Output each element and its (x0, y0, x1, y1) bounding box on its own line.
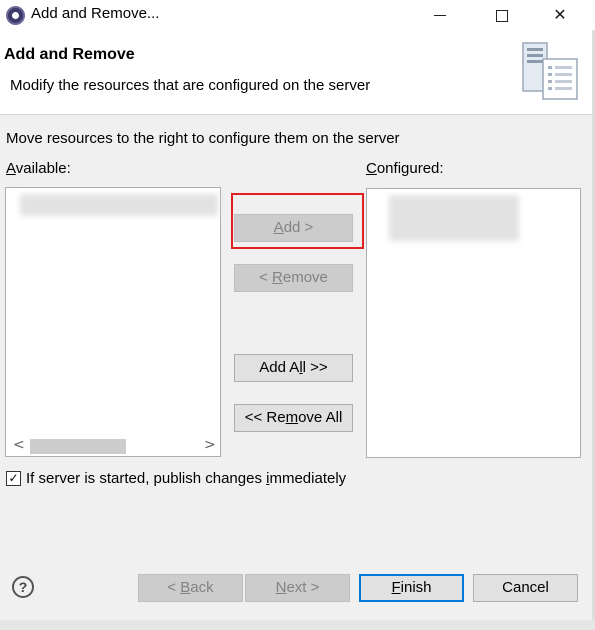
close-icon: ✕ (553, 5, 567, 24)
add-all-button[interactable]: Add All >> (234, 354, 353, 382)
add-button[interactable]: Add > (234, 214, 353, 242)
horizontal-scrollbar[interactable]: < > (7, 437, 219, 455)
blurred-list-item[interactable] (20, 194, 218, 216)
scroll-left-icon[interactable]: < (13, 437, 25, 453)
back-button[interactable]: < Back (138, 574, 243, 602)
publish-immediately-label[interactable]: If server is started, publish changes im… (26, 470, 346, 487)
blurred-list-item[interactable] (389, 195, 519, 241)
next-button[interactable]: Next > (245, 574, 350, 602)
help-icon[interactable]: ? (12, 576, 34, 598)
scroll-right-icon[interactable]: > (204, 437, 216, 453)
available-label: Available: (6, 160, 71, 177)
remove-all-button[interactable]: << Remove All (234, 404, 353, 432)
maximize-icon (496, 9, 508, 22)
dialog-header: Add and Remove Modify the resources that… (0, 30, 595, 115)
eclipse-app-icon (6, 6, 25, 25)
remove-button[interactable]: < Remove (234, 264, 353, 292)
title-bar: Add and Remove... ✕ (0, 0, 595, 30)
configured-label: Configured: (366, 160, 444, 177)
window-title: Add and Remove... (31, 5, 160, 22)
minimize-button[interactable] (417, 0, 463, 30)
maximize-button[interactable] (479, 0, 525, 30)
dialog-description: Modify the resources that are configured… (10, 77, 371, 94)
publish-immediately-checkbox[interactable]: ✓ (6, 471, 21, 486)
close-button[interactable]: ✕ (537, 0, 583, 30)
configured-resources-list[interactable] (366, 188, 581, 458)
cancel-button[interactable]: Cancel (473, 574, 578, 602)
minimize-icon (434, 15, 446, 16)
available-resources-list[interactable]: < > (5, 187, 221, 457)
dialog-title: Add and Remove (4, 46, 135, 63)
finish-button[interactable]: Finish (359, 574, 464, 602)
server-config-icon (522, 42, 578, 100)
instruction-text: Move resources to the right to configure… (6, 130, 400, 147)
window-bottom-edge (0, 620, 595, 630)
scrollbar-thumb[interactable] (30, 439, 126, 454)
